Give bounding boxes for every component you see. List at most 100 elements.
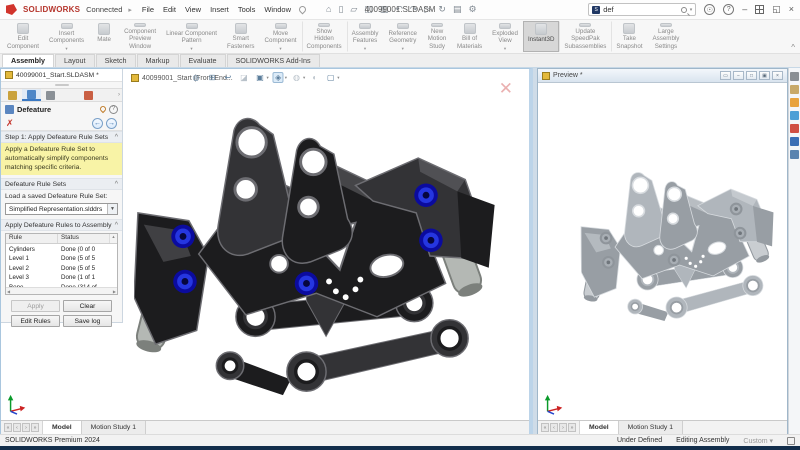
tab-evaluate[interactable]: Evaluate [180, 54, 226, 67]
preview-tab-motion-study-1[interactable]: Motion Study 1 [619, 421, 683, 434]
edit-appearance-icon[interactable]: ◐ [309, 72, 321, 83]
mate-button[interactable]: Mate [89, 21, 119, 52]
previous-view-icon[interactable]: ↩ [222, 72, 234, 83]
solidworks-resources-icon[interactable] [790, 72, 799, 81]
hide-show-items-icon[interactable]: ◍ ▾ [291, 72, 305, 83]
dropdown-caret-icon[interactable]: ▾ [504, 46, 506, 51]
displaymanager-tab[interactable] [79, 89, 98, 101]
preview-tab-model[interactable]: Model [580, 421, 619, 434]
scroll-right-icon[interactable]: ▶ [113, 289, 116, 294]
options-icon[interactable]: ⚙ [468, 5, 476, 14]
status-bar-icon[interactable] [787, 437, 795, 445]
tab-layout[interactable]: Layout [55, 54, 95, 67]
dropdown-caret-icon[interactable]: ▾ [402, 46, 404, 51]
feature-tree-header[interactable]: 40099001_Start.SLDASM * [1, 69, 122, 82]
menu-file[interactable]: File [142, 5, 154, 14]
assembly-features-button[interactable]: Assembly Features ▾ [347, 21, 384, 52]
home-icon[interactable]: ⌂ [326, 5, 331, 14]
tab-scroll-next-icon[interactable]: › [559, 423, 567, 432]
menu-window[interactable]: Window [264, 5, 291, 14]
tab-scroll-first-icon[interactable]: « [4, 423, 12, 432]
edit-component-button[interactable]: Edit Component [2, 21, 44, 52]
large-assembly-settings-button[interactable]: Large Assembly Settings [648, 21, 685, 52]
exploded-view-button[interactable]: Exploded View ▾ [487, 21, 523, 52]
zoom-to-fit-icon[interactable]: ◎ [190, 72, 202, 83]
search-input[interactable] [603, 5, 677, 14]
file-explorer-icon[interactable] [790, 98, 799, 107]
collapse-chevron-icon[interactable]: ^ [115, 181, 118, 188]
smart-fasteners-button[interactable]: Smart Fasteners [222, 21, 260, 52]
confirmation-corner-cancel-icon[interactable]: ✕ [499, 79, 513, 99]
assembly-3d-model[interactable] [134, 109, 526, 403]
window-layout-button[interactable] [755, 5, 764, 14]
ribbon-collapse-icon[interactable]: ^ [791, 43, 795, 52]
show-hidden-components-button[interactable]: Show Hidden Components [302, 21, 347, 52]
tab-scroll-last-icon[interactable]: » [568, 423, 576, 432]
instant3d-button[interactable]: Instant3D [523, 21, 559, 52]
clear-button[interactable]: Clear [63, 300, 112, 312]
display-style-icon[interactable]: ◈ ▾ [273, 72, 287, 83]
custom-properties-icon[interactable] [790, 137, 799, 146]
preview-window-button-2[interactable]: − [733, 71, 744, 80]
component-preview-window-button[interactable]: Component Preview Window [119, 21, 161, 52]
save-log-button[interactable]: Save log [63, 315, 112, 327]
tab-scroll-next-icon[interactable]: › [22, 423, 30, 432]
reference-geometry-button[interactable]: Reference Geometry ▾ [383, 21, 422, 52]
restore-button[interactable]: ◱ [772, 5, 781, 14]
dimxpertmanager-tab[interactable] [60, 89, 79, 101]
help-icon[interactable]: ? [109, 105, 118, 114]
search-box[interactable]: S ▾ [588, 3, 696, 16]
main-viewport[interactable]: 40099001_Start (Front End... ◎ ⊞ ↩ ◪ [0, 68, 533, 435]
preview-window-button-4[interactable]: ▣ [759, 71, 770, 80]
move-component-button[interactable]: Move Component ▾ [260, 21, 302, 52]
rule-row[interactable]: Level 1 Done (5 of 5 [6, 254, 117, 264]
view-orientation-icon[interactable]: ▣ ▾ [254, 72, 268, 83]
file-properties-icon[interactable]: ▤ [453, 5, 462, 14]
edit-rules-button[interactable]: Edit Rules [11, 315, 60, 327]
tab-scroll-first-icon[interactable]: « [541, 423, 549, 432]
open-icon[interactable]: ▱ [350, 5, 357, 14]
linear-component-pattern-button[interactable]: Linear Component Pattern ▾ [161, 21, 222, 52]
insert-components-button[interactable]: Insert Components ▾ [44, 21, 89, 52]
custom-dropdown[interactable]: Custom ▾ [743, 437, 773, 445]
preview-window-button-3[interactable]: □ [746, 71, 757, 80]
dropdown-caret-icon[interactable]: ▾ [65, 46, 67, 51]
preview-assembly-3d-model[interactable] [576, 160, 796, 330]
dropdown-caret-icon[interactable]: ▾ [364, 46, 366, 51]
flyout-expand-icon[interactable]: › [118, 92, 122, 98]
view-palette-icon[interactable] [790, 111, 799, 120]
tab-assembly[interactable]: Assembly [2, 54, 54, 67]
tab-sketch[interactable]: Sketch [96, 54, 136, 67]
new-motion-study-button[interactable]: New Motion Study [422, 21, 452, 52]
menu-insert[interactable]: Insert [210, 5, 229, 14]
step1-group-header[interactable]: Step 1: Apply Defeature Rule Sets ^ [1, 131, 122, 143]
scrollbar-up-icon[interactable]: ▲ [109, 234, 117, 243]
chevron-down-icon[interactable]: ▼ [107, 204, 117, 214]
minimize-button[interactable]: – [742, 5, 747, 14]
search-icon[interactable] [681, 7, 687, 13]
apply-button[interactable]: Apply [11, 300, 60, 312]
collapse-chevron-icon[interactable]: ^ [115, 222, 118, 229]
take-snapshot-button[interactable]: Take Snapshot [611, 21, 647, 52]
tab-motion-study-1[interactable]: Motion Study 1 [82, 421, 146, 434]
next-step-button[interactable]: → [106, 118, 117, 129]
appearances-scenes-icon[interactable] [790, 124, 799, 133]
design-library-icon[interactable] [790, 85, 799, 94]
pin-menu-icon[interactable] [298, 5, 308, 15]
dropdown-caret-icon[interactable]: ▾ [279, 46, 281, 51]
featuremanager-tree-tab[interactable] [3, 89, 22, 101]
user-account-icon[interactable]: ☉ [704, 4, 715, 15]
tab-scroll-prev-icon[interactable]: ‹ [550, 423, 558, 432]
propertymanager-tab[interactable] [22, 89, 41, 101]
status-column-header[interactable]: Status [58, 234, 109, 243]
dropdown-caret-icon[interactable]: ▾ [190, 46, 192, 51]
configurationmanager-tab[interactable] [41, 89, 60, 101]
menu-tools[interactable]: Tools [238, 5, 256, 14]
rule-status-table[interactable]: Rule Status ▲ Cylinders Done (0 of 0 Lev… [5, 233, 118, 295]
apply-rules-group-header[interactable]: Apply Defeature Rules to Assembly ^ [1, 219, 122, 231]
help-icon[interactable]: ? [723, 4, 734, 15]
close-button[interactable]: × [789, 5, 794, 14]
preview-window[interactable]: Preview * ▭−□▣× «‹›» ModelMotion Study 1 [537, 68, 788, 435]
view-settings-icon[interactable]: ▢ ▾ [325, 72, 339, 83]
rule-column-header[interactable]: Rule [6, 234, 58, 243]
